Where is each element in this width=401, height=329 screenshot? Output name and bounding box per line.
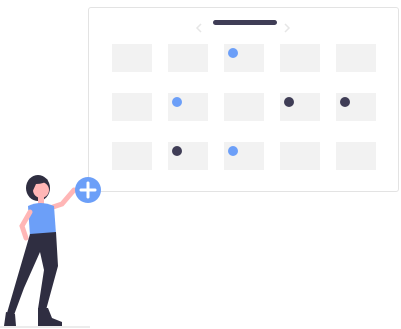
calendar-cell[interactable] [112,44,152,72]
illustration-stage [0,0,401,329]
calendar-cell[interactable] [336,142,376,170]
calendar-cell[interactable] [336,44,376,72]
calendar-cell[interactable] [168,93,208,121]
event-dot[interactable] [284,97,294,107]
event-dot[interactable] [340,97,350,107]
calendar-cell[interactable] [336,93,376,121]
event-dot[interactable] [228,48,238,58]
calendar-cell[interactable] [224,142,264,170]
calendar-board [88,7,399,192]
event-dot[interactable] [172,97,182,107]
calendar-cell[interactable] [168,142,208,170]
event-dot[interactable] [172,146,182,156]
event-dot[interactable] [228,146,238,156]
calendar-cell[interactable] [168,44,208,72]
add-event-button[interactable] [75,177,101,203]
chevron-right-icon[interactable] [282,23,292,33]
chevron-left-icon[interactable] [194,23,204,33]
calendar-cell[interactable] [224,93,264,121]
calendar-cell[interactable] [280,142,320,170]
plus-icon [79,181,97,199]
calendar-cell[interactable] [280,44,320,72]
calendar-cell[interactable] [224,44,264,72]
month-title-bar [213,20,277,25]
calendar-cell[interactable] [280,93,320,121]
calendar-cell[interactable] [112,142,152,170]
calendar-cell[interactable] [112,93,152,121]
